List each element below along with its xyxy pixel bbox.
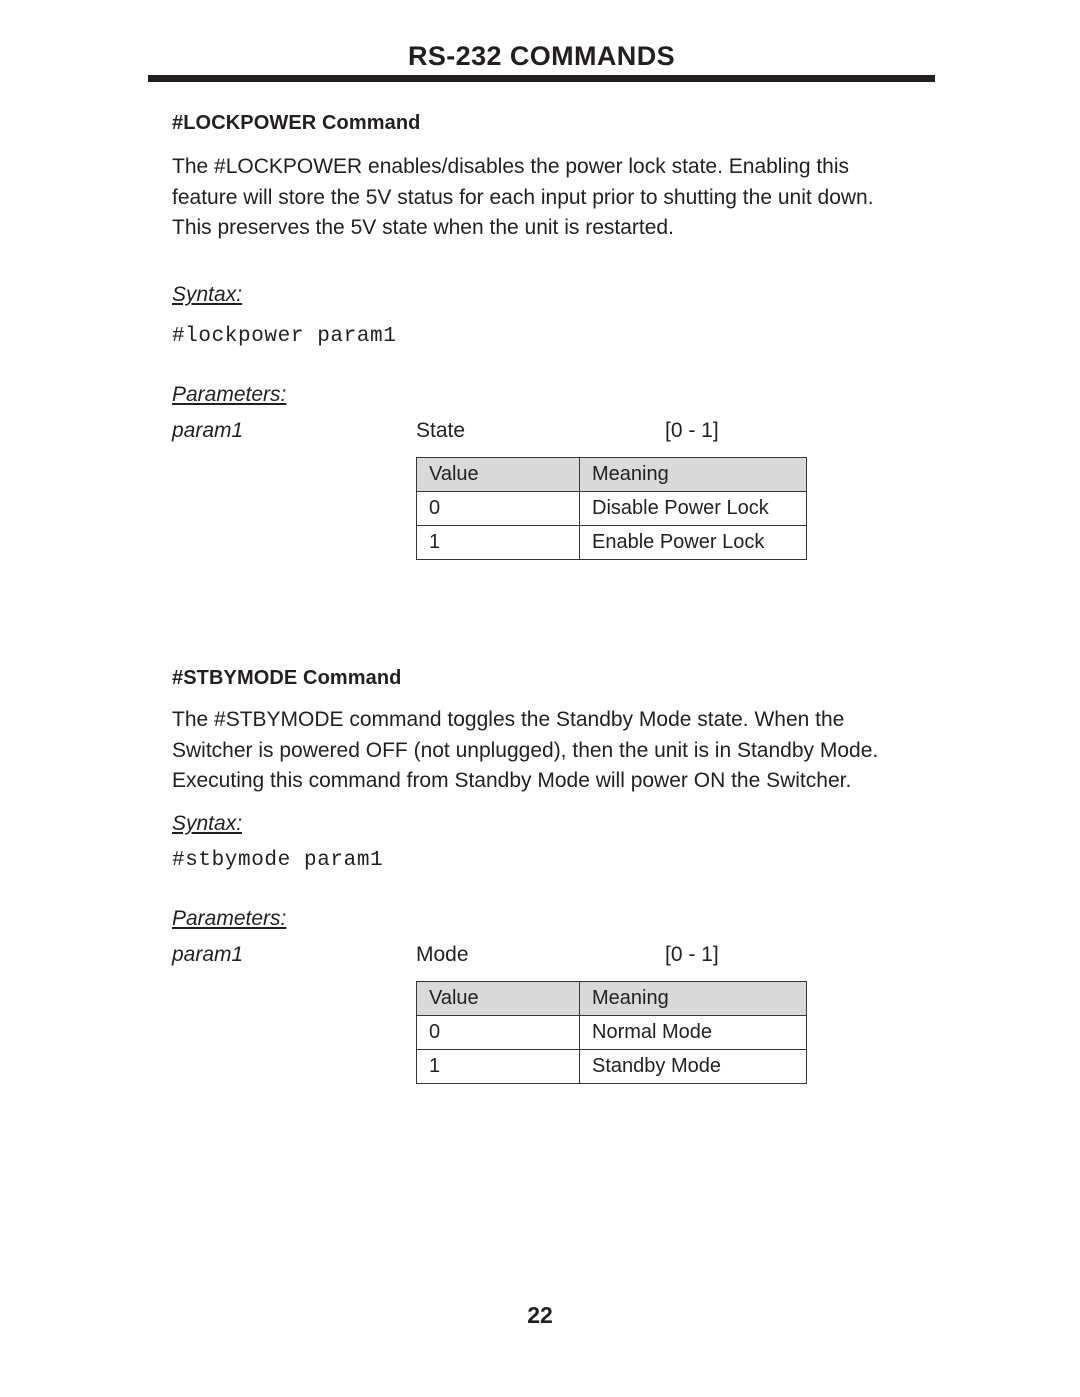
parameter-range: [0 - 1] bbox=[665, 419, 719, 442]
parameter-row: param1 Mode [0 - 1] bbox=[172, 943, 952, 973]
parameters-label: Parameters: bbox=[172, 383, 287, 406]
parameter-range: [0 - 1] bbox=[665, 943, 719, 966]
section-lockpower-parameters-label: Parameters: bbox=[172, 383, 952, 407]
section-stbymode-description: The #STBYMODE command toggles the Standb… bbox=[172, 705, 952, 797]
command-heading: #LOCKPOWER Command bbox=[172, 112, 421, 134]
cell-meaning: Standby Mode bbox=[579, 1049, 807, 1084]
table-row: 1 Standby Mode bbox=[416, 1049, 807, 1084]
table-header-row: Value Meaning bbox=[416, 981, 807, 1016]
cell-value: 1 bbox=[416, 525, 580, 560]
parameter-row: param1 State [0 - 1] bbox=[172, 419, 952, 449]
running-head-title: RS-232 COMMANDS bbox=[407, 41, 676, 71]
parameter-kind: Mode bbox=[416, 943, 469, 966]
syntax-label: Syntax: bbox=[172, 812, 243, 835]
value-meaning-table: Value Meaning 0 Normal Mode 1 Standby Mo… bbox=[416, 981, 807, 1084]
section-stbymode-parameters-label: Parameters: bbox=[172, 907, 952, 931]
column-header-value: Value bbox=[416, 457, 580, 492]
command-description: The #STBYMODE command toggles the Standb… bbox=[172, 708, 879, 792]
parameter-kind: State bbox=[416, 419, 466, 442]
command-description: The #LOCKPOWER enables/disables the powe… bbox=[172, 155, 874, 239]
column-header-meaning: Meaning bbox=[579, 457, 807, 492]
section-lockpower-description: The #LOCKPOWER enables/disables the powe… bbox=[172, 152, 952, 244]
page-running-head: RS-232 COMMANDS bbox=[148, 41, 935, 71]
cell-meaning: Disable Power Lock bbox=[579, 491, 807, 526]
cell-meaning: Normal Mode bbox=[579, 1015, 807, 1050]
table-row: 1 Enable Power Lock bbox=[416, 525, 807, 560]
section-lockpower-syntax-label: Syntax: bbox=[172, 283, 952, 307]
cell-value: 0 bbox=[416, 1015, 580, 1050]
parameter-name: param1 bbox=[172, 943, 244, 966]
header-divider-rule bbox=[148, 75, 935, 82]
section-lockpower-heading: #LOCKPOWER Command bbox=[172, 112, 952, 135]
table-header-row: Value Meaning bbox=[416, 457, 807, 492]
cell-value: 0 bbox=[416, 491, 580, 526]
section-stbymode-param-row: param1 Mode [0 - 1] bbox=[172, 943, 952, 973]
cell-meaning: Enable Power Lock bbox=[579, 525, 807, 560]
parameter-name: param1 bbox=[172, 419, 244, 442]
section-stbymode-heading: #STBYMODE Command bbox=[172, 667, 952, 690]
syntax-command-text: #lockpower param1 bbox=[172, 325, 397, 348]
section-stbymode-syntax-command: #stbymode param1 bbox=[172, 849, 952, 872]
section-stbymode-syntax-label: Syntax: bbox=[172, 812, 952, 836]
column-header-value: Value bbox=[416, 981, 580, 1016]
syntax-label: Syntax: bbox=[172, 283, 243, 306]
parameters-label: Parameters: bbox=[172, 907, 287, 930]
document-page: RS-232 COMMANDS #LOCKPOWER Command The #… bbox=[0, 0, 1080, 1397]
table-row: 0 Disable Power Lock bbox=[416, 491, 807, 526]
column-header-meaning: Meaning bbox=[579, 981, 807, 1016]
section-lockpower-syntax-command: #lockpower param1 bbox=[172, 325, 952, 348]
command-heading: #STBYMODE Command bbox=[172, 667, 402, 689]
syntax-command-text: #stbymode param1 bbox=[172, 849, 384, 872]
table-row: 0 Normal Mode bbox=[416, 1015, 807, 1050]
page-number: 22 bbox=[527, 1302, 553, 1328]
cell-value: 1 bbox=[416, 1049, 580, 1084]
section-lockpower-param-row: param1 State [0 - 1] bbox=[172, 419, 952, 449]
value-meaning-table: Value Meaning 0 Disable Power Lock 1 Ena… bbox=[416, 457, 807, 560]
